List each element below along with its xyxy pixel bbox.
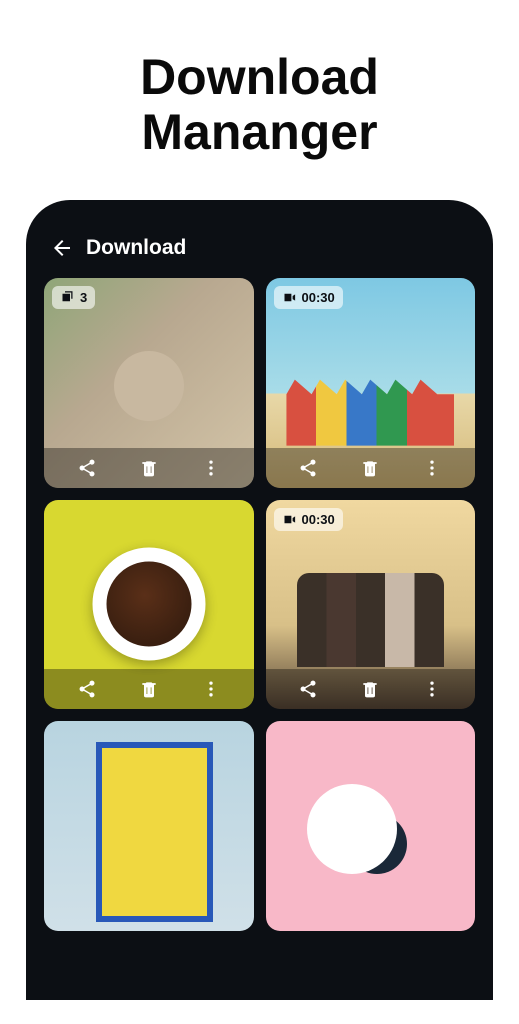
card-actions bbox=[266, 669, 476, 709]
trash-icon bbox=[360, 679, 380, 699]
trash-icon bbox=[139, 679, 159, 699]
delete-button[interactable] bbox=[139, 679, 159, 699]
share-icon bbox=[77, 458, 97, 478]
delete-button[interactable] bbox=[360, 679, 380, 699]
share-button[interactable] bbox=[77, 679, 97, 699]
back-button[interactable] bbox=[50, 236, 74, 260]
share-icon bbox=[298, 458, 318, 478]
thumbnail-image bbox=[266, 721, 476, 931]
share-icon bbox=[298, 679, 318, 699]
media-card[interactable]: 00:30 bbox=[266, 500, 476, 710]
header-title: Download bbox=[86, 236, 186, 260]
media-card[interactable]: 00:30 bbox=[266, 278, 476, 488]
share-button[interactable] bbox=[298, 458, 318, 478]
video-badge: 00:30 bbox=[274, 286, 343, 309]
more-button[interactable] bbox=[201, 679, 221, 699]
share-button[interactable] bbox=[298, 679, 318, 699]
more-button[interactable] bbox=[422, 679, 442, 699]
more-button[interactable] bbox=[201, 458, 221, 478]
video-icon bbox=[282, 512, 297, 527]
promo-title-line2: Mananger bbox=[20, 105, 499, 160]
delete-button[interactable] bbox=[360, 458, 380, 478]
video-icon bbox=[282, 290, 297, 305]
badge-text: 00:30 bbox=[302, 290, 335, 305]
delete-button[interactable] bbox=[139, 458, 159, 478]
stack-badge: 3 bbox=[52, 286, 95, 309]
share-button[interactable] bbox=[77, 458, 97, 478]
video-badge: 00:30 bbox=[274, 508, 343, 531]
arrow-left-icon bbox=[50, 236, 74, 260]
badge-text: 00:30 bbox=[302, 512, 335, 527]
share-icon bbox=[77, 679, 97, 699]
card-actions bbox=[44, 448, 254, 488]
media-card[interactable] bbox=[44, 721, 254, 931]
card-actions bbox=[266, 448, 476, 488]
media-card[interactable]: 3 bbox=[44, 278, 254, 488]
app-header: Download bbox=[44, 228, 475, 278]
promo-title: Download Mananger bbox=[0, 0, 519, 200]
more-vertical-icon bbox=[201, 679, 221, 699]
stack-icon bbox=[60, 290, 75, 305]
trash-icon bbox=[360, 458, 380, 478]
media-card[interactable] bbox=[44, 500, 254, 710]
phone-frame: Download 3 00:30 bbox=[26, 200, 493, 1000]
media-grid: 3 00:30 bbox=[44, 278, 475, 931]
more-vertical-icon bbox=[201, 458, 221, 478]
media-card[interactable] bbox=[266, 721, 476, 931]
thumbnail-image bbox=[44, 721, 254, 931]
card-actions bbox=[44, 669, 254, 709]
more-vertical-icon bbox=[422, 679, 442, 699]
promo-title-line1: Download bbox=[20, 50, 499, 105]
trash-icon bbox=[139, 458, 159, 478]
badge-text: 3 bbox=[80, 290, 87, 305]
more-vertical-icon bbox=[422, 458, 442, 478]
more-button[interactable] bbox=[422, 458, 442, 478]
